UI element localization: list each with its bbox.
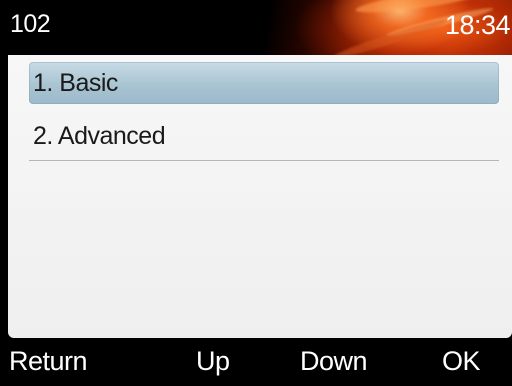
up-softkey[interactable]: Up bbox=[196, 346, 230, 377]
down-softkey[interactable]: Down bbox=[300, 346, 368, 377]
menu-item-basic[interactable]: 1. Basic bbox=[29, 62, 499, 104]
account-number: 102 bbox=[10, 10, 51, 38]
menu-item-label: 1. Basic bbox=[33, 69, 118, 97]
clock-time: 18:34 bbox=[444, 10, 511, 40]
menu-item-label: 2. Advanced bbox=[33, 122, 166, 150]
menu-item-advanced[interactable]: 2. Advanced bbox=[29, 115, 499, 157]
return-softkey[interactable]: Return bbox=[9, 346, 88, 377]
softkey-bar: Return Up Down OK bbox=[0, 338, 512, 386]
ok-softkey[interactable]: OK bbox=[442, 346, 481, 377]
menu-panel: 1. Basic 2. Advanced bbox=[8, 55, 512, 338]
status-bar: 102 18:34 bbox=[0, 0, 512, 55]
phone-screen: 102 18:34 1. Basic 2. Advanced Return Up… bbox=[0, 0, 512, 386]
divider bbox=[29, 160, 499, 161]
